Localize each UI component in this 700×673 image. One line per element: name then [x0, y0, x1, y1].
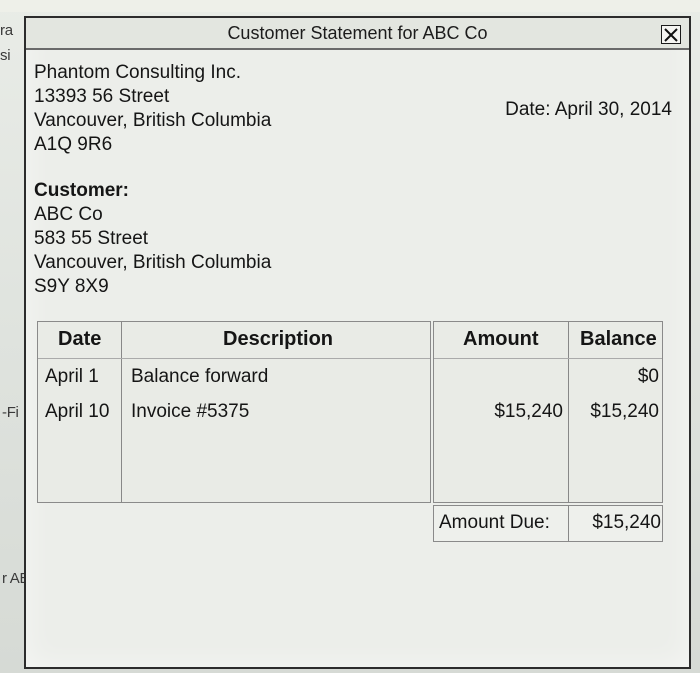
title-bar[interactable]: Customer Statement for ABC Co: [26, 18, 689, 50]
customer-name: ABC Co: [34, 204, 103, 225]
statement-window: Customer Statement for ABC Co Phantom Co…: [24, 16, 691, 669]
close-icon: [664, 27, 678, 42]
header-divider: [434, 358, 662, 359]
row-balance: $0: [637, 366, 659, 387]
customer-city: Vancouver, British Columbia: [34, 252, 272, 273]
header-date: Date: [58, 328, 102, 350]
customer-label: Customer:: [34, 180, 130, 201]
row-date: April 10: [45, 401, 110, 422]
header-description: Description: [223, 328, 334, 350]
background-text-fragment: -Fi: [2, 404, 19, 421]
seller-city: Vancouver, British Columbia: [34, 110, 272, 131]
seller-name: Phantom Consulting Inc.: [34, 62, 242, 83]
row-description: Invoice #5375: [131, 401, 250, 422]
background-text-fragment: ra: [0, 22, 13, 39]
window-title: Customer Statement for ABC Co: [227, 23, 488, 43]
amount-due-value: $15,240: [592, 512, 661, 533]
header-balance: Balance: [580, 328, 657, 350]
amount-due-label: Amount Due:: [439, 512, 550, 533]
seller-postal: A1Q 9R6: [34, 134, 113, 155]
customer-postal: S9Y 8X9: [34, 276, 109, 297]
background-text-fragment: si: [0, 47, 11, 64]
background-strip: [0, 0, 700, 12]
seller-street: 13393 56 Street: [34, 86, 170, 107]
row-amount: $15,240: [494, 401, 563, 422]
seller-address: Phantom Consulting Inc. 13393 56 Street …: [34, 61, 271, 157]
header-amount: Amount: [463, 328, 539, 350]
row-description: Balance forward: [131, 366, 269, 387]
statement-table: Date Description Amount Balance April 1 …: [37, 321, 663, 542]
header-divider: [38, 358, 430, 359]
customer-address: Customer: ABC Co 583 55 Street Vancouver…: [34, 179, 271, 299]
row-date: April 1: [45, 366, 99, 387]
close-button[interactable]: [661, 25, 681, 44]
customer-street: 583 55 Street: [34, 228, 149, 249]
statement-date: Date: April 30, 2014: [505, 99, 672, 120]
column-divider: [121, 321, 122, 503]
row-balance: $15,240: [590, 401, 659, 422]
